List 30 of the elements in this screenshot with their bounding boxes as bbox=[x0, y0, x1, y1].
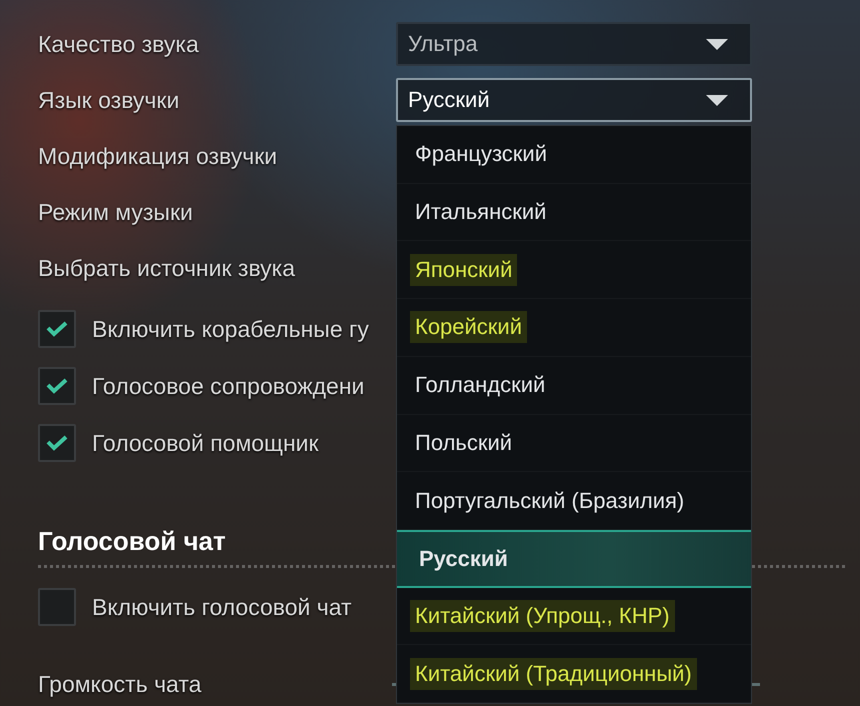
setting-label: Громкость чата bbox=[38, 670, 202, 698]
dropdown[interactable]: Русский bbox=[396, 78, 752, 122]
menu-item[interactable]: Русский bbox=[397, 530, 751, 588]
checkbox-label: Голосовое сопровождени bbox=[92, 372, 364, 400]
checkmark-icon bbox=[46, 321, 68, 337]
menu-item[interactable]: Японский bbox=[397, 241, 751, 300]
menu-item[interactable]: Китайский (Традиционный) bbox=[397, 645, 751, 704]
checkbox-label: Включить голосовой чат bbox=[92, 594, 352, 620]
checkbox-label: Голосовой помощник bbox=[92, 430, 319, 456]
checkbox[interactable] bbox=[38, 310, 76, 348]
menu-item[interactable]: Польский bbox=[397, 414, 751, 472]
setting-label: Модификация озвучки bbox=[38, 142, 278, 170]
menu-item[interactable]: Корейский bbox=[397, 299, 751, 357]
setting-label: Качество звука bbox=[38, 30, 200, 58]
checkbox[interactable] bbox=[38, 367, 76, 405]
menu-item[interactable]: Итальянский bbox=[397, 184, 751, 242]
setting-label: Режим музыки bbox=[38, 198, 194, 226]
checkbox-label: Включить корабельные гу bbox=[92, 316, 369, 342]
caret-icon bbox=[706, 38, 728, 50]
menu-item[interactable]: Французский bbox=[397, 126, 751, 184]
checkmark-icon bbox=[46, 435, 68, 451]
setting-label: Язык озвучки bbox=[38, 86, 180, 114]
dropdown[interactable]: Ультра bbox=[396, 22, 752, 66]
checkbox[interactable] bbox=[38, 424, 76, 462]
setting-label: Выбрать источник звука bbox=[38, 254, 296, 282]
menu-item[interactable]: Китайский (Упрощ., КНР) bbox=[397, 588, 751, 646]
checkbox[interactable] bbox=[38, 588, 76, 626]
menu-item[interactable]: Голландский bbox=[397, 356, 751, 415]
caret-icon bbox=[706, 94, 728, 106]
checkmark-icon bbox=[46, 378, 68, 394]
